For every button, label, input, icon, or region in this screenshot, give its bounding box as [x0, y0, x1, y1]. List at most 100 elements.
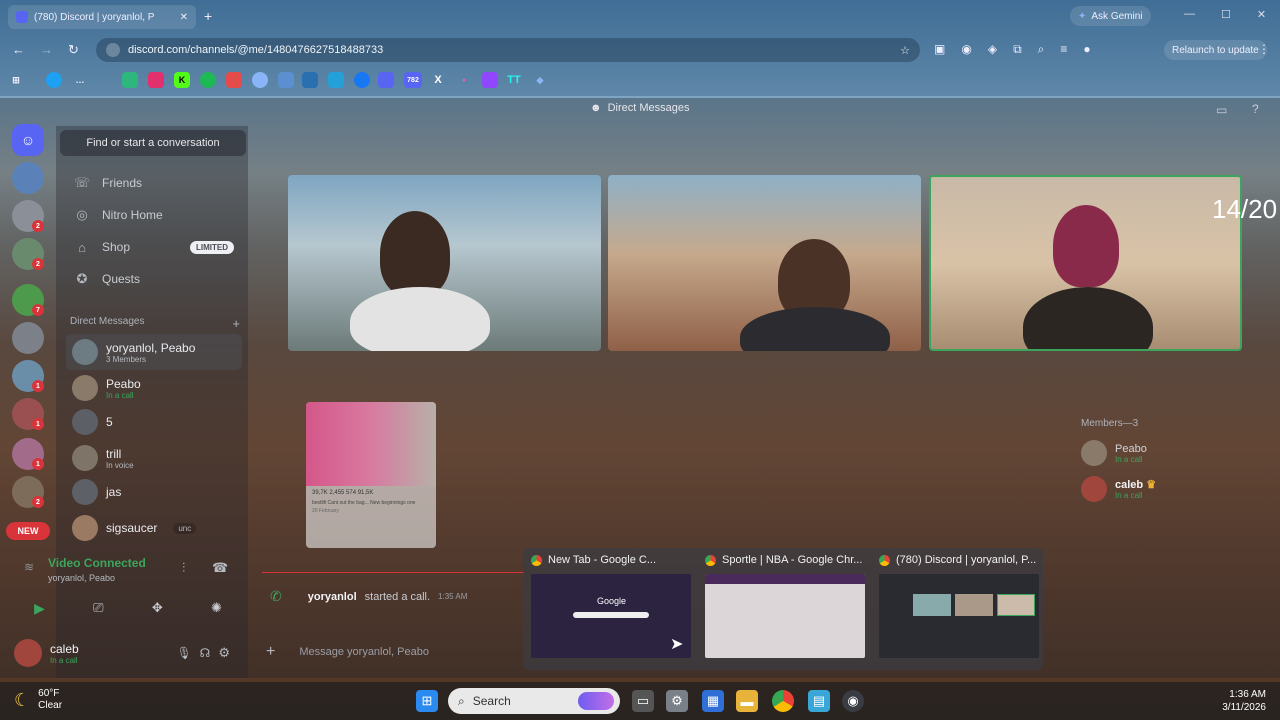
disconnect-icon[interactable]: ☎ [212, 560, 228, 576]
task-view-icon[interactable]: ▭ [632, 690, 654, 712]
inbox-icon[interactable]: ▭ [1216, 103, 1227, 117]
new-tab-icon[interactable]: + [204, 8, 212, 24]
server-icon[interactable] [12, 162, 44, 194]
headphones-icon[interactable]: ☊ [200, 646, 211, 660]
bookmark-icon[interactable] [46, 72, 62, 88]
video-tile[interactable] [288, 175, 601, 351]
dm-item[interactable]: yoryanlol, Peabo 3 Members [66, 334, 242, 370]
user-avatar[interactable] [14, 639, 42, 667]
help-icon[interactable]: ? [1252, 102, 1259, 116]
shared-post-embed[interactable]: 39,7K 2,455 574 91,5K bestlifi Cant out … [306, 402, 436, 548]
nav-nitro-home[interactable]: ◎ Nitro Home [66, 200, 242, 230]
dm-item[interactable]: jas [66, 474, 242, 510]
ask-gemini-label: Ask Gemini [1091, 10, 1143, 22]
puzzle-icon[interactable]: ⧉ [1013, 42, 1022, 57]
site-info-icon[interactable] [106, 43, 120, 57]
forward-icon[interactable]: → [40, 42, 53, 57]
attach-plus-icon[interactable]: + [266, 643, 275, 661]
moon-icon: ☾ [14, 689, 31, 710]
bookmark-icon[interactable]: ◆ [532, 72, 548, 88]
start-icon[interactable]: ⊞ [416, 690, 438, 712]
thumbnail-window[interactable]: Sportle | NBA - Google Chr... [699, 548, 871, 670]
instagram-icon[interactable] [148, 72, 164, 88]
apps-grid-icon[interactable]: ⊞ [8, 72, 24, 88]
screen-share-icon[interactable]: ⎚ [93, 600, 103, 616]
clock[interactable]: 1:36 AM 3/11/2026 [1210, 688, 1266, 714]
dm-item[interactable]: 5 [66, 404, 242, 440]
find-conversation-button[interactable]: Find or start a conversation [60, 130, 246, 156]
bookmark-icon[interactable]: … [72, 72, 88, 88]
member-item[interactable]: caleb ♛ In a call [1081, 471, 1261, 507]
noise-suppression-icon[interactable]: ⫶ [182, 560, 185, 576]
app-icon[interactable]: ◉ [842, 690, 864, 712]
weather-widget[interactable]: ☾ 60°F Clear [14, 688, 62, 712]
maximize-icon[interactable]: ☐ [1221, 8, 1231, 21]
bookmark-icon[interactable] [378, 72, 394, 88]
bookmark-icon[interactable] [226, 72, 242, 88]
bookmark-icon[interactable] [302, 72, 318, 88]
message-input[interactable]: Message yoryanlol, Peabo [299, 646, 429, 658]
create-dm-icon[interactable]: + [232, 316, 240, 331]
dm-name: jas [106, 485, 122, 499]
reload-icon[interactable]: ↻ [68, 42, 79, 58]
new-pill[interactable]: NEW [6, 522, 50, 540]
extension-icon[interactable]: ▣ [934, 42, 945, 57]
extension-icon[interactable]: ◉ [961, 42, 971, 57]
activities-icon[interactable]: ✥ [152, 600, 163, 616]
settings-gear-icon[interactable]: ⚙ [218, 645, 230, 661]
dm-item[interactable]: sigsaucer unc [66, 510, 242, 546]
close-tab-icon[interactable]: ✕ [180, 12, 188, 23]
tab-search-icon[interactable]: ⌕ [1038, 42, 1045, 57]
close-window-icon[interactable]: ✕ [1257, 8, 1266, 21]
avatar [72, 479, 98, 505]
bookmark-icon[interactable] [278, 72, 294, 88]
store-icon[interactable]: ▦ [702, 690, 724, 712]
minimize-icon[interactable]: — [1184, 8, 1195, 21]
search-box-preview [573, 612, 649, 618]
discord-bookmark-icon[interactable]: 782 [404, 72, 422, 88]
nav-quests[interactable]: ✪ Quests [66, 264, 242, 294]
server-icon[interactable] [12, 322, 44, 354]
preview-header [705, 574, 865, 584]
member-item[interactable]: Peabo In a call [1081, 435, 1261, 471]
camera-icon[interactable]: ▶ [34, 600, 45, 617]
bookmark-icon[interactable] [354, 72, 370, 88]
twitch-icon[interactable] [482, 72, 498, 88]
thumbnail-window[interactable]: (780) Discord | yoryanlol, P... [873, 548, 1045, 670]
dm-item[interactable]: trill In voice [66, 440, 242, 476]
notepad-icon[interactable]: ▤ [808, 690, 830, 712]
ask-gemini-button[interactable]: ✦ Ask Gemini [1070, 6, 1151, 26]
x-icon[interactable]: X [430, 72, 446, 88]
address-bar[interactable]: discord.com/channels/@me/148047662751848… [96, 38, 920, 62]
member-name-row: caleb ♛ [1115, 478, 1156, 491]
google-logo-text: Google [597, 596, 627, 606]
nav-friends[interactable]: ☏ Friends [66, 168, 242, 198]
discord-home-icon[interactable]: ☺ [12, 124, 44, 156]
settings-app-icon[interactable]: ⚙ [666, 690, 688, 712]
browser-tab[interactable]: (780) Discord | yoryanlol, P ✕ [8, 5, 196, 29]
profile-avatar-icon[interactable]: ● [1083, 42, 1090, 57]
extension-icon[interactable]: ◈ [988, 42, 997, 57]
bookmark-star-icon[interactable]: ☆ [900, 44, 910, 57]
soundboard-icon[interactable]: ✺ [211, 600, 222, 616]
relaunch-button[interactable]: Relaunch to update [1164, 40, 1267, 60]
dm-item[interactable]: Peabo In a call [66, 370, 242, 406]
microphone-icon[interactable]: 🎙︎ [176, 646, 191, 660]
spotify-icon[interactable] [200, 72, 216, 88]
bookmark-icon[interactable] [328, 72, 344, 88]
bookmark-icon[interactable]: TT [506, 72, 522, 88]
file-explorer-icon[interactable]: ▬ [736, 690, 758, 712]
kick-icon[interactable]: K [174, 72, 190, 88]
nav-shop[interactable]: ⌂ Shop LIMITED [66, 232, 242, 262]
menu-icon[interactable]: ⋮ [1258, 42, 1270, 56]
media-icon[interactable]: ≡ [1060, 42, 1067, 57]
video-tile[interactable] [608, 175, 921, 351]
back-icon[interactable]: ← [12, 42, 25, 57]
taskbar-search[interactable]: ⌕ Search [448, 688, 620, 714]
chrome-taskbar-icon[interactable] [772, 690, 794, 712]
bookmark-icon[interactable]: • [456, 72, 472, 88]
bookmark-icon[interactable] [252, 72, 268, 88]
call-user[interactable]: yoryanlol [308, 591, 357, 603]
bookmark-icon[interactable] [122, 72, 138, 88]
video-tile-speaking[interactable] [929, 175, 1242, 351]
